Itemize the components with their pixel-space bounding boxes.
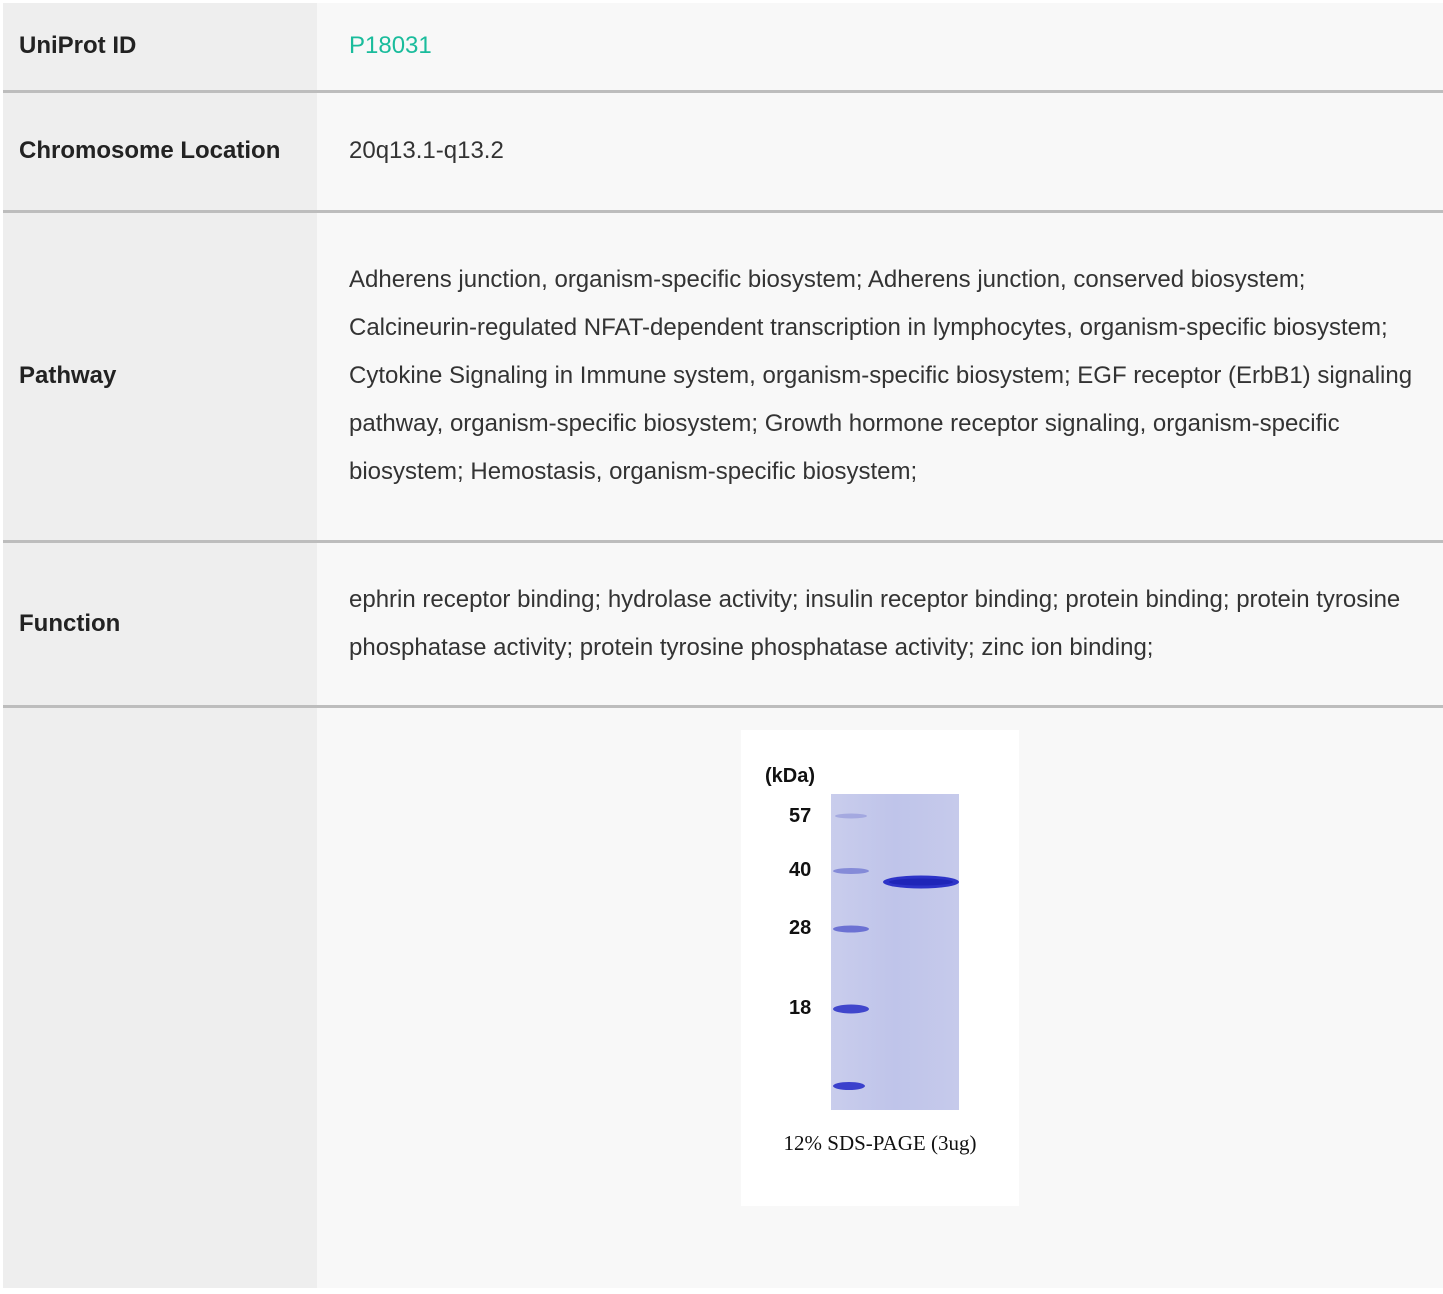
pathway-label: Pathway: [19, 362, 117, 389]
image-value-cell: (kDa) 57 40 28 18 12% SDS-PAGE (3ug): [317, 706, 1443, 1288]
uniprot-value-cell: P18031: [317, 3, 1443, 91]
marker-label-57: 57: [789, 805, 811, 827]
chromosome-row: Chromosome Location 20q13.1-q13.2: [3, 91, 1443, 211]
gel-caption: 12% SDS-PAGE (3ug): [784, 1131, 977, 1155]
function-label: Function: [19, 609, 121, 637]
ladder-band-18: [833, 1004, 869, 1013]
chromosome-label-cell: Chromosome Location: [3, 91, 317, 211]
sds-page-gel-image: (kDa) 57 40 28 18 12% SDS-PAGE (3ug): [741, 729, 1019, 1206]
pathway-value-cell: Adherens junction, organism-specific bio…: [317, 211, 1443, 541]
image-label-cell: [3, 706, 317, 1288]
function-row: Function ephrin receptor binding; hydrol…: [3, 541, 1443, 706]
marker-label-18: 18: [789, 997, 811, 1019]
function-label-cell: Function: [3, 541, 317, 706]
pathway-value: Adherens junction, organism-specific bio…: [349, 266, 1413, 485]
chromosome-value: 20q13.1-q13.2: [349, 137, 504, 164]
sample-protein-band-core: [889, 878, 953, 885]
function-value-cell: ephrin receptor binding; hydrolase activ…: [317, 541, 1443, 706]
uniprot-label-cell: UniProt ID: [3, 3, 317, 91]
uniprot-id-link[interactable]: P18031: [349, 22, 1423, 70]
uniprot-label: UniProt ID: [19, 32, 137, 60]
image-row: (kDa) 57 40 28 18 12% SDS-PAGE (3ug): [3, 706, 1443, 1288]
uniprot-row: UniProt ID P18031: [3, 3, 1443, 91]
chromosome-label: Chromosome Location: [19, 137, 281, 164]
pathway-row: Pathway Adherens junction, organism-spec…: [3, 211, 1443, 541]
marker-label-28: 28: [789, 917, 811, 939]
ladder-band-low: [833, 1081, 865, 1090]
marker-label-40: 40: [789, 859, 811, 881]
chromosome-value-cell: 20q13.1-q13.2: [317, 91, 1443, 211]
ladder-band-57: [835, 813, 867, 818]
function-value: ephrin receptor binding; hydrolase activ…: [349, 585, 1401, 661]
ladder-band-40: [833, 867, 869, 874]
gel-unit-label: (kDa): [765, 765, 815, 787]
gel-lane-area: [831, 793, 959, 1110]
pathway-label-cell: Pathway: [3, 211, 317, 541]
gel-svg: (kDa) 57 40 28 18 12% SDS-PAGE (3ug): [765, 765, 977, 1155]
product-info-table: UniProt ID P18031 Chromosome Location 20…: [3, 3, 1443, 1288]
ladder-band-28: [833, 925, 869, 932]
